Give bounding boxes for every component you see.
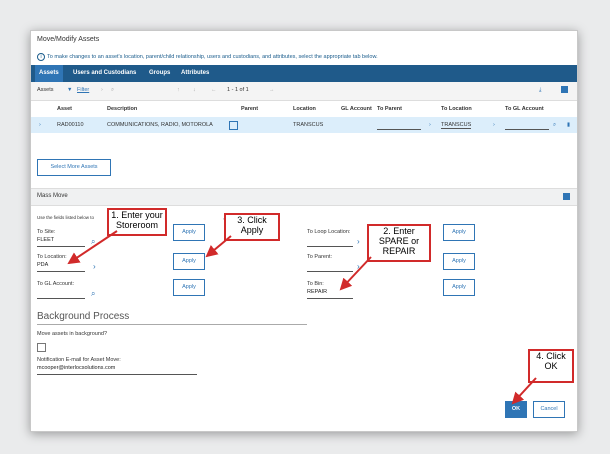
move-modify-assets-dialog: Move/Modify Assets i To make changes to a… [30,30,578,432]
arrow-3 [205,235,232,258]
arrow-1 [67,230,118,265]
callout-arrows [67,230,537,405]
arrow-2 [339,256,372,291]
arrow-4 [511,377,537,405]
